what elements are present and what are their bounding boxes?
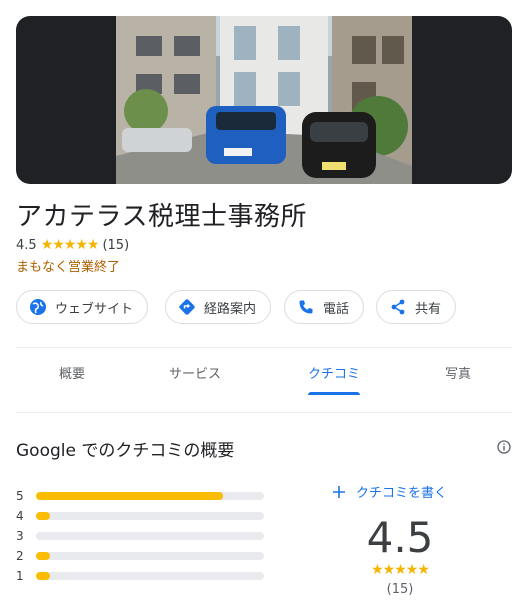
call-button[interactable]: 電話	[284, 290, 365, 324]
rating-bar-track	[36, 512, 264, 520]
directions-button[interactable]: 経路案内	[165, 290, 272, 324]
directions-icon	[179, 299, 195, 315]
rating-bar-1[interactable]: 1	[16, 569, 266, 583]
rating-bar-track	[36, 552, 264, 560]
reviews-summary-title: Google でのクチコミの概要	[16, 441, 235, 461]
globe-icon	[30, 299, 46, 315]
rating-bar-fill	[36, 552, 50, 560]
directions-label: 経路案内	[204, 301, 257, 317]
write-review-button[interactable]: クチコミを書く	[332, 482, 447, 501]
tab-photos[interactable]: 写真	[418, 348, 498, 396]
rating-value: 4.5	[16, 237, 37, 253]
tab-overview[interactable]: 概要	[32, 348, 112, 396]
call-label: 電話	[323, 301, 350, 317]
rating-bar-label: 3	[16, 529, 24, 543]
rating-bar-label: 5	[16, 489, 24, 503]
tab-reviews[interactable]: クチコミ	[294, 348, 374, 396]
tab-services[interactable]: サービス	[150, 348, 240, 396]
place-name: アカテラス税理士事務所	[16, 202, 307, 232]
share-label: 共有	[415, 301, 442, 317]
active-tab-indicator	[308, 392, 360, 395]
rating-bar-fill	[36, 512, 50, 520]
average-rating: 4.5	[366, 513, 434, 562]
write-review-label: クチコミを書く	[356, 486, 448, 501]
plus-icon	[333, 485, 345, 498]
phone-icon	[299, 300, 313, 314]
rating-bar-label: 4	[16, 509, 24, 523]
divider	[16, 412, 512, 413]
place-photo[interactable]	[16, 16, 512, 184]
rating-bar-5[interactable]: 5	[16, 489, 266, 503]
rating-bar-track	[36, 532, 264, 540]
info-icon[interactable]	[497, 440, 511, 454]
rating-bar-2[interactable]: 2	[16, 549, 266, 563]
total-review-count[interactable]: (15)	[360, 582, 440, 597]
rating-bar-fill	[36, 572, 50, 580]
share-icon	[391, 299, 405, 315]
rating-bar-label: 1	[16, 569, 24, 583]
average-rating-stars: ★★★★★	[371, 562, 430, 578]
rating-bar-3[interactable]: 3	[16, 529, 266, 543]
share-button[interactable]: 共有	[376, 290, 457, 324]
street-photo-image	[116, 16, 412, 184]
rating-summary[interactable]: 4.5 ★★★★★ (15)	[16, 236, 129, 254]
website-button[interactable]: ウェブサイト	[16, 290, 149, 324]
rating-bar-fill	[36, 492, 223, 500]
rating-bar-4[interactable]: 4	[16, 509, 266, 523]
review-count[interactable]: (15)	[102, 238, 129, 253]
website-label: ウェブサイト	[55, 301, 134, 317]
open-status: まもなく営業終了	[16, 260, 121, 275]
rating-bar-track	[36, 572, 264, 580]
rating-bar-track	[36, 492, 264, 500]
rating-stars: ★★★★★	[40, 237, 100, 253]
rating-bar-label: 2	[16, 549, 24, 563]
